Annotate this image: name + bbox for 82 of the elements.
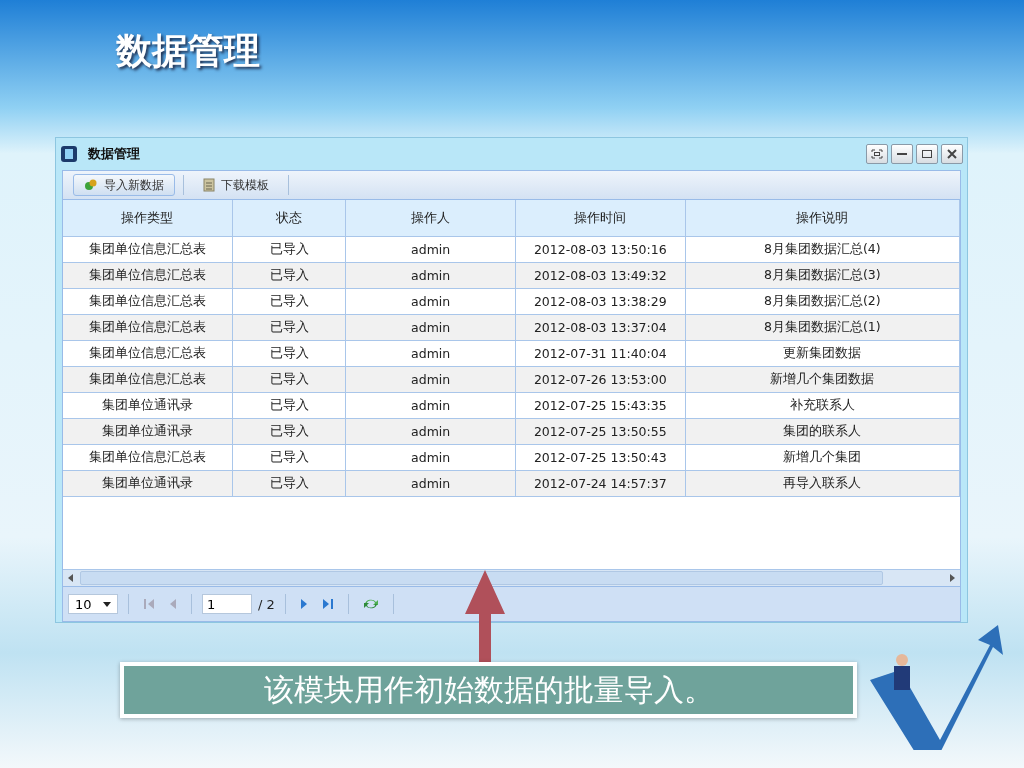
table-cell: 集团的联系人 xyxy=(685,419,960,444)
page-size-dropdown[interactable]: 10 xyxy=(68,594,118,614)
table-cell: 集团单位信息汇总表 xyxy=(63,445,233,470)
table-cell: admin xyxy=(346,263,516,288)
scroll-right-icon xyxy=(949,574,955,582)
table-cell: admin xyxy=(346,237,516,262)
maximize-icon xyxy=(921,149,933,159)
table-cell: 2012-07-25 15:43:35 xyxy=(516,393,686,418)
table-cell: 已导入 xyxy=(232,393,347,418)
minimize-button[interactable] xyxy=(891,144,913,164)
caret-icon xyxy=(103,601,111,607)
import-icon xyxy=(84,178,98,192)
table-cell: admin xyxy=(346,393,516,418)
table-cell: 2012-07-31 11:40:04 xyxy=(516,341,686,366)
close-button[interactable] xyxy=(941,144,963,164)
download-button[interactable]: 下载模板 xyxy=(192,174,280,196)
table-cell: 2012-07-25 13:50:55 xyxy=(516,419,686,444)
column-header[interactable]: 操作人 xyxy=(346,200,516,236)
first-page-icon xyxy=(143,599,155,609)
close-icon xyxy=(946,149,958,159)
table-cell: 集团单位信息汇总表 xyxy=(63,367,233,392)
table-cell: 集团单位信息汇总表 xyxy=(63,263,233,288)
table-cell: admin xyxy=(346,289,516,314)
fullscreen-button[interactable] xyxy=(866,144,888,164)
table-cell: 更新集团数据 xyxy=(685,341,960,366)
fullscreen-icon xyxy=(871,149,883,159)
table-cell: 8月集团数据汇总(4) xyxy=(685,237,960,262)
total-pages: / 2 xyxy=(258,596,275,612)
caption-text: 该模块用作初始数据的批量导入。 xyxy=(263,670,714,709)
next-page-icon xyxy=(299,599,308,609)
table-cell: admin xyxy=(346,471,516,496)
table-cell: 集团单位信息汇总表 xyxy=(63,289,233,314)
table-cell: 2012-08-03 13:37:04 xyxy=(516,315,686,340)
table-cell: 补充联系人 xyxy=(685,393,960,418)
table-cell: 2012-07-24 14:57:37 xyxy=(516,471,686,496)
table-cell: admin xyxy=(346,445,516,470)
table-cell: 已导入 xyxy=(232,419,347,444)
table-cell: admin xyxy=(346,315,516,340)
table-cell: 新增几个集团 xyxy=(685,445,960,470)
table-cell: 2012-07-25 13:50:43 xyxy=(516,445,686,470)
column-header[interactable]: 操作时间 xyxy=(516,200,686,236)
maximize-button[interactable] xyxy=(916,144,938,164)
table-cell: 2012-08-03 13:49:32 xyxy=(516,263,686,288)
table-cell: 2012-07-26 13:53:00 xyxy=(516,367,686,392)
table-cell: 再导入联系人 xyxy=(685,471,960,496)
table-cell: 集团单位信息汇总表 xyxy=(63,237,233,262)
table-cell: 2012-08-03 13:38:29 xyxy=(516,289,686,314)
previous-page-icon xyxy=(169,599,177,609)
column-header[interactable]: 状态 xyxy=(232,200,347,236)
import-button[interactable]: 导入新数据 xyxy=(73,174,175,196)
table-cell: 已导入 xyxy=(232,289,347,314)
table-cell: 已导入 xyxy=(232,445,347,470)
slide-title: 数据管理 xyxy=(116,29,261,73)
horizontal-scrollbar[interactable] xyxy=(63,569,960,586)
table-cell: admin xyxy=(346,419,516,444)
table-cell: 已导入 xyxy=(232,237,347,262)
refresh-icon xyxy=(362,597,379,611)
document-icon xyxy=(203,178,215,192)
table-cell: 集团单位通讯录 xyxy=(63,471,233,496)
table-cell: 已导入 xyxy=(232,263,347,288)
last-page-icon xyxy=(321,599,334,609)
table-cell: 8月集团数据汇总(2) xyxy=(685,289,960,314)
window-title: 数据管理 xyxy=(88,145,140,163)
window-icon xyxy=(60,145,78,163)
table-cell: 集团单位通讯录 xyxy=(63,419,233,444)
table-cell: admin xyxy=(346,341,516,366)
table-cell: 8月集团数据汇总(3) xyxy=(685,263,960,288)
page-number-field[interactable]: 1 xyxy=(202,594,252,614)
table-cell: admin xyxy=(346,367,516,392)
table-cell: 2012-08-03 13:50:16 xyxy=(516,237,686,262)
column-header[interactable]: 操作说明 xyxy=(685,200,960,236)
table-cell: 集团单位信息汇总表 xyxy=(63,341,233,366)
scroll-left-icon xyxy=(68,574,74,582)
table-cell: 已导入 xyxy=(232,471,347,496)
table-cell: 集团单位通讯录 xyxy=(63,393,233,418)
table-cell: 已导入 xyxy=(232,341,347,366)
table-cell: 集团单位信息汇总表 xyxy=(63,315,233,340)
table-cell: 8月集团数据汇总(1) xyxy=(685,315,960,340)
table-cell: 已导入 xyxy=(232,367,347,392)
table-cell: 新增几个集团数据 xyxy=(685,367,960,392)
column-header[interactable]: 操作类型 xyxy=(63,200,233,236)
table-cell: 已导入 xyxy=(232,315,347,340)
